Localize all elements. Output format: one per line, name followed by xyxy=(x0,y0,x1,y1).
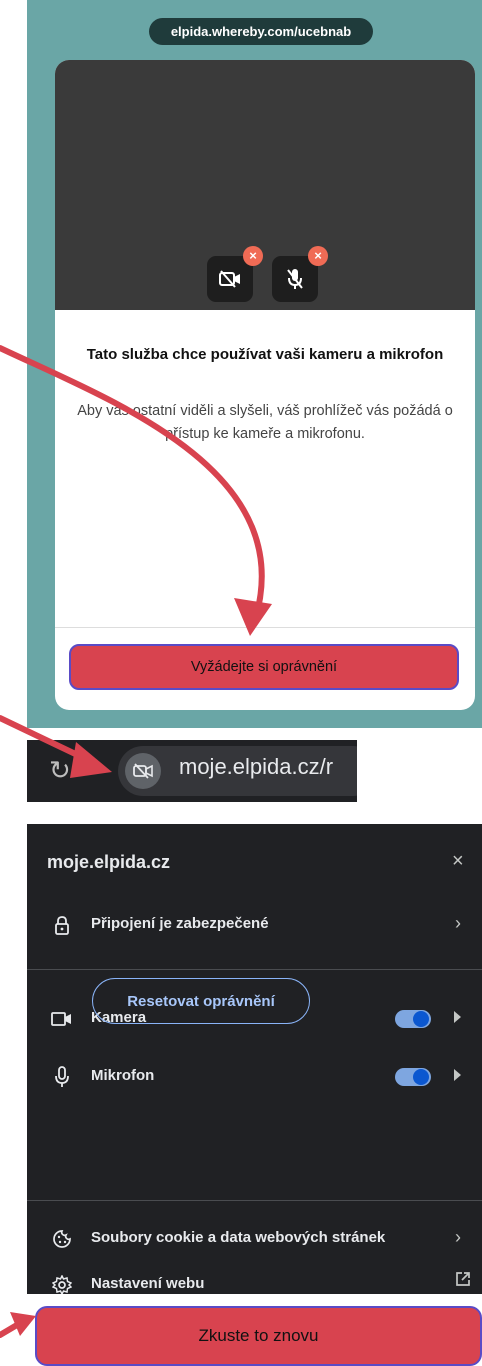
permission-title: Tato služba chce používat vaši kameru a … xyxy=(86,346,444,363)
site-info-popup: moje.elpida.cz × Připojení je zabezpečen… xyxy=(27,824,482,1294)
chevron-right-icon: › xyxy=(455,1227,461,1247)
room-url-pill: elpida.whereby.com/ucebnab xyxy=(149,18,373,45)
cookie-icon xyxy=(49,1226,75,1252)
toggle-knob xyxy=(413,1011,429,1027)
close-icon[interactable]: × xyxy=(452,850,464,873)
connection-label: Připojení je zabezpečené xyxy=(91,915,269,932)
reset-permissions-button[interactable]: Resetovat oprávnění xyxy=(92,978,310,1024)
arrowhead-retry xyxy=(10,1312,36,1336)
microphone-toggle-button[interactable]: × xyxy=(272,246,328,302)
camera-off-icon xyxy=(219,270,240,288)
divider xyxy=(55,627,475,628)
camera-blocked-icon[interactable] xyxy=(125,753,161,789)
camera-toggle-button[interactable]: × xyxy=(207,246,263,302)
cookies-label: Soubory cookie a data webových stránek xyxy=(91,1229,386,1246)
video-preview: × × xyxy=(55,60,475,310)
retry-button[interactable]: Zkuste to znovu xyxy=(35,1306,482,1366)
microphone-off-icon xyxy=(287,269,303,289)
gear-icon xyxy=(49,1272,75,1294)
site-settings-label: Nastavení webu xyxy=(91,1275,205,1292)
divider xyxy=(27,1200,482,1201)
request-permission-button[interactable]: Vyžádejte si oprávnění xyxy=(69,644,459,690)
camera-icon xyxy=(49,1006,75,1032)
connection-secure-row[interactable]: Připojení je zabezpečené › xyxy=(47,910,477,940)
permission-description: Aby vás ostatní viděli a slyšeli, váš pr… xyxy=(77,403,453,442)
site-host: moje.elpida.cz xyxy=(47,852,171,872)
reload-icon[interactable]: ↻ xyxy=(49,755,71,786)
address-text[interactable]: moje.elpida.cz/r xyxy=(179,754,333,780)
browser-address-bar: ↻ moje.elpida.cz/r xyxy=(27,740,357,802)
site-settings-row[interactable]: Nastavení webu xyxy=(47,1270,477,1294)
microphone-error-badge: × xyxy=(308,246,328,266)
divider xyxy=(27,969,482,970)
open-external-icon xyxy=(455,1271,471,1292)
camera-toggle[interactable] xyxy=(395,1010,431,1028)
microphone-icon xyxy=(49,1064,75,1090)
microphone-toggle[interactable] xyxy=(395,1068,431,1086)
lock-icon xyxy=(49,912,75,938)
chevron-right-icon: › xyxy=(455,913,461,933)
whereby-permission-panel: elpida.whereby.com/ucebnab × × Tato služ… xyxy=(27,0,482,728)
microphone-permission-row: Mikrofon xyxy=(47,1062,477,1092)
cookies-row[interactable]: Soubory cookie a data webových stránek › xyxy=(47,1224,477,1254)
permission-card: × × Tato služba chce používat vaši kamer… xyxy=(55,60,475,710)
microphone-expand-icon[interactable] xyxy=(454,1069,461,1081)
camera-expand-icon[interactable] xyxy=(454,1011,461,1023)
camera-error-badge: × xyxy=(243,246,263,266)
toggle-knob xyxy=(413,1069,429,1085)
microphone-label: Mikrofon xyxy=(91,1067,155,1084)
arrow-to-retry xyxy=(0,1319,25,1338)
